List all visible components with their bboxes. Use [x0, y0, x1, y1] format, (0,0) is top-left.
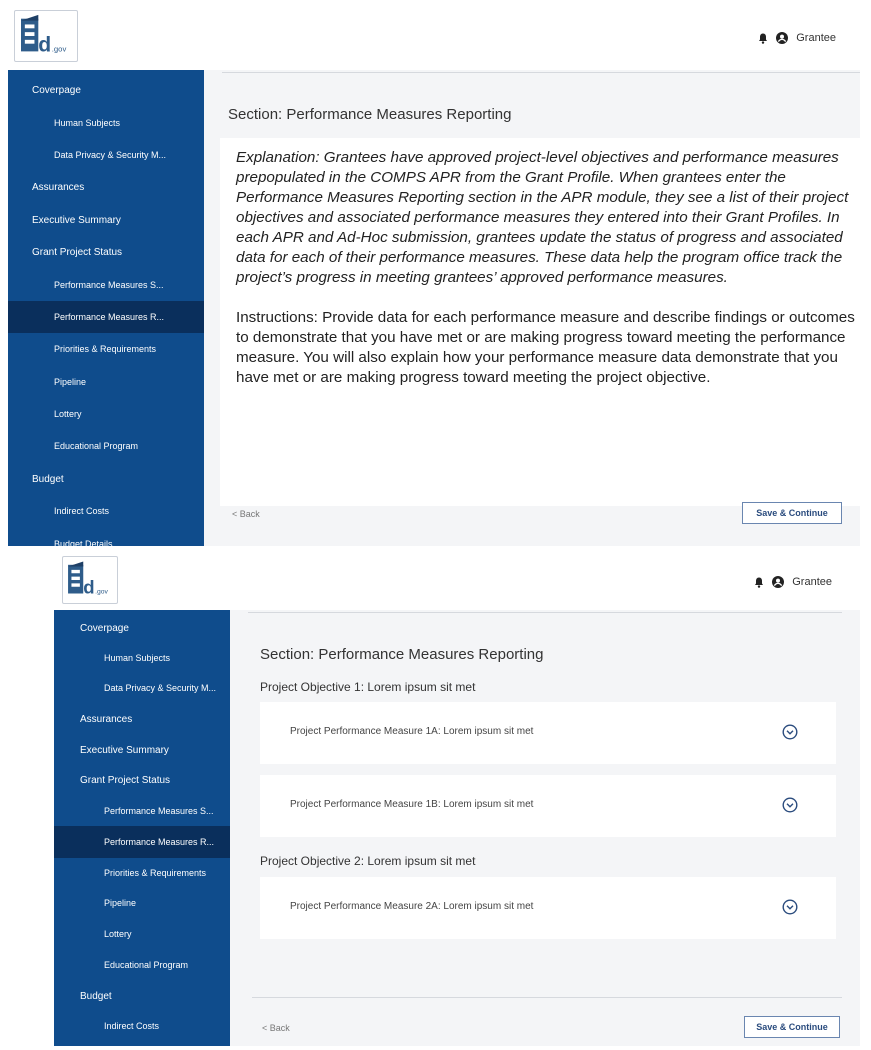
main-content: Section: Performance Measures Reporting … — [230, 610, 860, 1046]
user-name: Grantee — [796, 32, 836, 44]
back-link[interactable]: < Back — [262, 1023, 290, 1033]
measure-card[interactable]: Project Performance Measure 1B: Lorem ip… — [260, 775, 836, 837]
save-continue-button[interactable]: Save & Continue — [742, 502, 842, 524]
explanation-text: Explanation: Grantees have approved proj… — [236, 149, 849, 286]
sidebar-item-priorities-requirements[interactable]: Priorities & Requirements — [8, 333, 204, 365]
sidebar-item-indirect-costs[interactable]: Indirect Costs — [54, 1010, 230, 1042]
svg-text:d: d — [38, 33, 51, 56]
sidebar-item-executive-summary[interactable]: Executive Summary — [8, 204, 204, 236]
sidebar-item-lottery[interactable]: Lottery — [8, 398, 204, 430]
sidebar-item-educational-program[interactable]: Educational Program — [54, 949, 230, 981]
divider — [248, 612, 842, 613]
sidebar-item-budget-details[interactable]: Budget Details — [8, 528, 204, 546]
save-continue-button[interactable]: Save & Continue — [744, 1016, 840, 1038]
sidebar-nav: Coverpage Human Subjects Data Privacy & … — [54, 610, 230, 1046]
sidebar-item-coverpage[interactable]: Coverpage — [54, 612, 230, 644]
objective-title: Project Objective 1: Lorem ipsum sit met — [260, 680, 476, 694]
sidebar-item-data-privacy[interactable]: Data Privacy & Security M... — [8, 139, 204, 171]
main-content: Section: Performance Measures Reporting … — [204, 70, 860, 546]
divider — [222, 72, 860, 73]
measure-card[interactable]: Project Performance Measure 1A: Lorem ip… — [260, 702, 836, 764]
measure-card[interactable]: Project Performance Measure 2A: Lorem ip… — [260, 877, 836, 939]
sidebar-item-performance-measures-r[interactable]: Performance Measures R... — [8, 301, 204, 333]
sidebar-item-human-subjects[interactable]: Human Subjects — [8, 107, 204, 139]
ed-gov-logo[interactable]: d .gov — [14, 10, 78, 62]
expand-chevron-icon[interactable] — [782, 899, 798, 915]
explanation-box: Explanation: Grantees have approved proj… — [220, 138, 860, 506]
bell-icon[interactable] — [758, 33, 768, 44]
section-title: Section: Performance Measures Reporting — [260, 646, 544, 663]
bell-icon[interactable] — [754, 577, 764, 588]
measure-label: Project Performance Measure 1A: Lorem ip… — [290, 726, 534, 737]
sidebar-item-performance-measures-r[interactable]: Performance Measures R... — [54, 826, 230, 858]
screen-measures-list: d .gov Grantee Coverpage Human Subjects … — [54, 550, 860, 1046]
measure-label: Project Performance Measure 2A: Lorem ip… — [290, 901, 534, 912]
sidebar-item-lottery[interactable]: Lottery — [54, 918, 230, 950]
sidebar-item-pipeline[interactable]: Pipeline — [54, 887, 230, 919]
sidebar-item-performance-measures-s[interactable]: Performance Measures S... — [8, 269, 204, 301]
user-menu[interactable]: Grantee — [758, 32, 836, 44]
expand-chevron-icon[interactable] — [782, 797, 798, 813]
sidebar-item-educational-program[interactable]: Educational Program — [8, 430, 204, 462]
sidebar-item-grant-project-status[interactable]: Grant Project Status — [54, 764, 230, 796]
user-menu[interactable]: Grantee — [754, 576, 832, 588]
sidebar-item-pipeline[interactable]: Pipeline — [8, 366, 204, 398]
top-bar: d .gov Grantee — [8, 4, 860, 70]
sidebar-item-data-privacy[interactable]: Data Privacy & Security M... — [54, 672, 230, 704]
sidebar-item-performance-measures-s[interactable]: Performance Measures S... — [54, 795, 230, 827]
svg-text:d: d — [83, 577, 94, 598]
sidebar-nav: Coverpage Human Subjects Data Privacy & … — [8, 70, 204, 546]
sidebar-item-assurances[interactable]: Assurances — [54, 703, 230, 735]
sidebar-item-coverpage[interactable]: Coverpage — [8, 74, 204, 106]
sidebar-item-grant-project-status[interactable]: Grant Project Status — [8, 236, 204, 268]
expand-chevron-icon[interactable] — [782, 724, 798, 740]
instructions-text: Instructions: Provide data for each perf… — [236, 309, 855, 386]
svg-text:.gov: .gov — [52, 44, 67, 53]
sidebar-item-indirect-costs[interactable]: Indirect Costs — [8, 495, 204, 527]
user-icon[interactable] — [772, 576, 785, 588]
ed-gov-logo[interactable]: d .gov — [62, 556, 118, 604]
sidebar-item-assurances[interactable]: Assurances — [8, 171, 204, 203]
top-bar: d .gov Grantee — [54, 550, 860, 610]
section-title: Section: Performance Measures Reporting — [228, 106, 512, 123]
svg-text:.gov: .gov — [95, 589, 108, 596]
back-link[interactable]: < Back — [232, 509, 260, 519]
footer-divider — [252, 997, 842, 998]
user-icon[interactable] — [776, 32, 789, 44]
sidebar-item-budget[interactable]: Budget — [8, 463, 204, 495]
sidebar-item-executive-summary[interactable]: Executive Summary — [54, 734, 230, 766]
sidebar-item-priorities-requirements[interactable]: Priorities & Requirements — [54, 857, 230, 889]
sidebar-item-human-subjects[interactable]: Human Subjects — [54, 642, 230, 674]
screen-explanation: d .gov Grantee Coverpage Human Subjects … — [8, 4, 860, 546]
measure-label: Project Performance Measure 1B: Lorem ip… — [290, 799, 534, 810]
sidebar-item-budget[interactable]: Budget — [54, 980, 230, 1012]
objective-title: Project Objective 2: Lorem ipsum sit met — [260, 854, 476, 868]
user-name: Grantee — [792, 576, 832, 588]
